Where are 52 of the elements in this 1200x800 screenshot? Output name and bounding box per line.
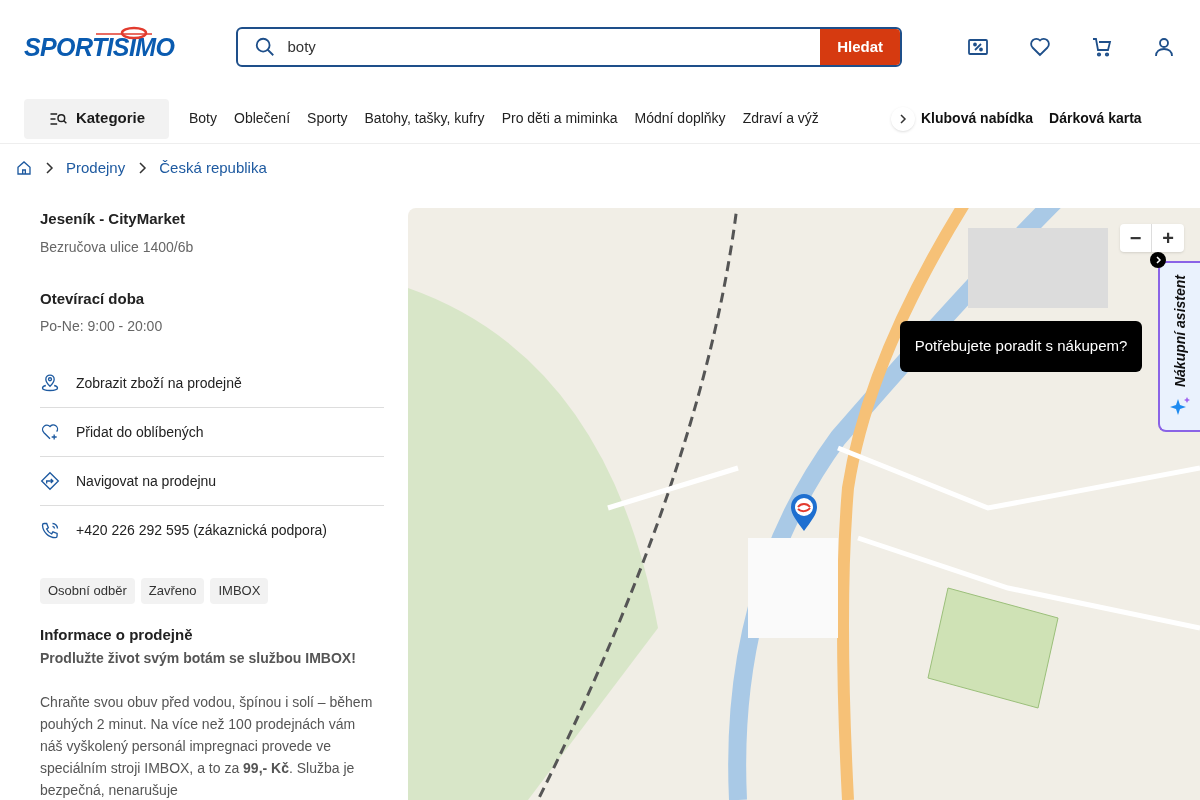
store-tag: Osobní odběr — [40, 578, 135, 604]
action-link[interactable]: Přidat do oblíbených — [76, 421, 204, 443]
action-link[interactable]: +420 226 292 595 (zákaznická podpora) — [76, 520, 327, 541]
search-field[interactable]: boty Hledat — [235, 27, 902, 67]
breadcrumb-link[interactable]: Prodejny — [66, 156, 126, 180]
map-drawing[interactable]: − + Potřebujete poradit s nákupem? Nákupní asistent — [408, 208, 1200, 800]
nav-link[interactable]: Módní doplňky — [634, 108, 726, 129]
search-icon — [253, 36, 276, 58]
store-pin-icon[interactable] — [790, 494, 818, 532]
nav-link[interactable]: Dárková karta — [1049, 108, 1142, 129]
chevron-right-icon — [137, 161, 148, 175]
info-paragraph: Chraňte svou obuv před vodou, špínou i solí – během pouhých 2 minut. Na více než 100 prodejnách vám náš vyškolený personál impregnaci provede ve speciálním stroji IMBOX, a to za 99,- Kč. Služba je bezpečná, nenarušuje — [40, 693, 374, 800]
info-title: Informace o prodejně — [40, 624, 194, 645]
location-pin-icon — [40, 373, 60, 393]
scroll-right-button[interactable] — [891, 106, 915, 131]
nav-link[interactable]: Oblečení — [234, 108, 291, 129]
heart-icon[interactable] — [1028, 35, 1052, 59]
store-tag: IMBOX — [210, 578, 269, 604]
category-button[interactable]: Kategorie — [24, 98, 169, 139]
opening-hours: Po-Ne: 9:00 - 20:00 — [40, 317, 164, 336]
heart-plus-icon — [40, 422, 60, 442]
zoom-out-button[interactable]: − — [1120, 224, 1152, 252]
user-icon[interactable] — [1152, 35, 1176, 59]
hours-title: Otevírací doba — [40, 288, 146, 309]
assistant-label: Nákupní asistent — [1170, 275, 1189, 388]
nav-link[interactable]: Boty — [189, 108, 217, 129]
store-name: Jeseník - CityMarket — [40, 209, 187, 229]
assistant-panel[interactable]: Nákupní asistent — [1158, 261, 1200, 432]
action-link[interactable]: Zobrazit zboží na prodejně — [76, 372, 242, 394]
nav-link[interactable]: Klubová nabídka — [921, 108, 1034, 129]
store-address: Bezručova ulice 1400/6b — [40, 237, 195, 257]
home-icon[interactable] — [16, 160, 32, 176]
search-input-value[interactable]: boty — [287, 35, 821, 59]
action-link[interactable]: Navigovat na prodejnu — [76, 470, 217, 492]
collapse-button[interactable] — [1150, 252, 1166, 268]
logo[interactable]: SPORTISIMO — [24, 34, 175, 60]
cart-icon[interactable] — [1090, 35, 1114, 59]
phone-icon — [40, 520, 60, 541]
info-headline: Prodlužte život svým botám se službou IMBOX! — [40, 649, 357, 668]
breadcrumb-link[interactable]: Česká republika — [159, 156, 267, 180]
nav-link[interactable]: Batohy, tašky, kufry — [364, 108, 485, 129]
nav-link[interactable]: Zdraví a výž — [742, 108, 819, 129]
chevron-right-icon — [44, 161, 54, 175]
nav-link[interactable]: Sporty — [307, 108, 348, 129]
assistant-tooltip: Potřebujete poradit s nákupem? — [900, 321, 1142, 372]
nav-link[interactable]: Pro děti a miminka — [501, 108, 618, 129]
store-tag: Zavřeno — [140, 578, 205, 604]
zoom-in-button[interactable]: + — [1152, 224, 1184, 252]
search-button[interactable]: Hledat — [820, 29, 900, 65]
chevron-right-icon — [1154, 256, 1162, 264]
chevron-right-icon — [897, 112, 909, 125]
direction-sign-icon — [40, 471, 60, 491]
